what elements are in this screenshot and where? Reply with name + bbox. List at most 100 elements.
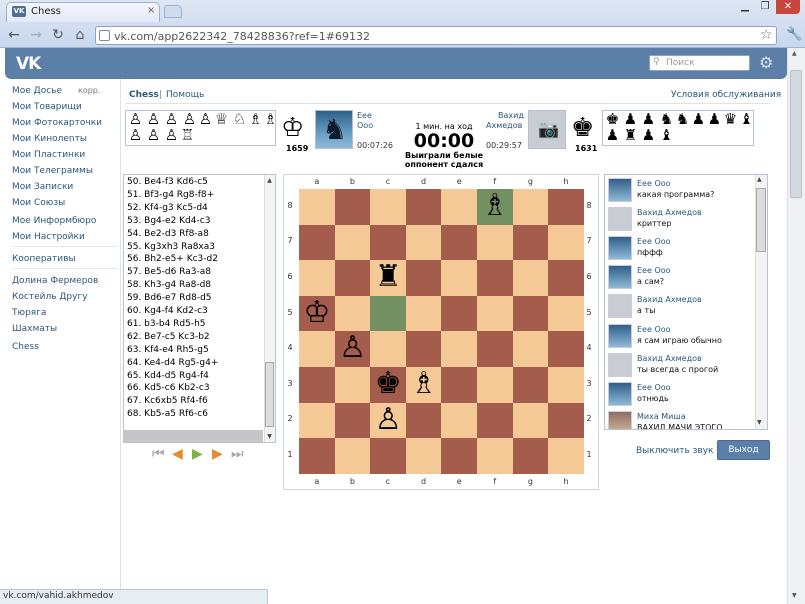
board-square[interactable] <box>334 367 371 403</box>
sidebar-item[interactable]: Кооперативы <box>12 254 76 264</box>
board-square[interactable] <box>405 402 442 439</box>
sidebar-item[interactable]: Мои Кинолenты <box>12 134 87 144</box>
search-input[interactable]: ⚲ Поиск <box>649 55 750 71</box>
chess-piece[interactable]: ♙ <box>335 331 371 367</box>
sidebar-item[interactable]: Мои Союзы <box>12 198 65 208</box>
chat-author[interactable]: Вахид Ахмедов <box>637 295 702 304</box>
chat-avatar-camera[interactable] <box>608 294 632 319</box>
board-square[interactable] <box>441 438 478 475</box>
board-square[interactable] <box>441 367 478 403</box>
black-name-last[interactable]: Ахмедов <box>486 121 522 131</box>
move-scroll-down-icon[interactable]: ▼ <box>264 431 275 442</box>
app-title[interactable]: Chess <box>129 90 159 100</box>
board-square[interactable] <box>299 224 335 261</box>
sidebar-item[interactable]: Мои Пластинки <box>12 150 85 160</box>
board-square[interactable] <box>548 224 585 261</box>
chess-piece[interactable]: ♗ <box>477 189 513 225</box>
board-square[interactable] <box>299 189 335 225</box>
vk-logo[interactable]: VK <box>16 54 41 74</box>
forward-icon[interactable]: → <box>28 27 44 43</box>
wrench-icon[interactable]: 🔧 <box>786 27 802 42</box>
chat-author[interactable]: Еее Ооо <box>637 179 671 188</box>
chat-avatar-knight[interactable] <box>608 265 632 290</box>
board-square[interactable] <box>405 189 442 225</box>
help-link[interactable]: Помощь <box>166 90 204 100</box>
board-square[interactable] <box>299 331 335 368</box>
minimize-icon[interactable]: ▁ <box>736 0 754 14</box>
move-row[interactable]: 58. Kh3-g4 Ra8-d8 <box>127 280 211 290</box>
board-square[interactable] <box>441 260 478 297</box>
board-square[interactable] <box>405 438 442 475</box>
move-list[interactable]: 50. Be4-f3 Kd6-c5 51. Bf3-g4 Rg8-f8+ 52. K… <box>123 174 276 443</box>
close-window-icon[interactable]: ✕ <box>776 0 800 14</box>
board-square[interactable] <box>477 224 513 261</box>
move-row[interactable]: 53. Bg4-e2 Kd4-c3 <box>127 216 210 226</box>
sidebar-item[interactable]: Мое Информбюро <box>12 216 96 226</box>
board-square[interactable] <box>477 367 513 403</box>
sidebar-item[interactable]: Мои Фотокарточки <box>12 118 102 128</box>
terms-link[interactable]: Условия обслуживания <box>671 90 781 100</box>
address-bar[interactable]: vk.com/app2622342_78428836?ref=1#69132 ☆ <box>95 26 777 45</box>
board-square[interactable] <box>477 331 513 368</box>
chess-piece[interactable]: ♜ <box>370 260 406 296</box>
white-name-first[interactable]: Еее <box>357 111 372 121</box>
chat-avatar-knight[interactable] <box>608 236 632 261</box>
board-square[interactable] <box>548 438 585 475</box>
scroll-down-icon[interactable]: ▼ <box>792 592 797 599</box>
board-square[interactable] <box>512 438 549 475</box>
board-square[interactable] <box>548 402 585 439</box>
sidebar-item[interactable]: Долина Фермеров <box>12 276 98 286</box>
chat-author[interactable]: Еее Ооо <box>637 383 671 392</box>
black-player-avatar[interactable]: 📷 <box>528 110 566 149</box>
board-square[interactable] <box>405 331 442 368</box>
board-square[interactable] <box>334 438 371 475</box>
white-name-last[interactable]: Ооо <box>357 121 373 131</box>
board-square[interactable] <box>299 402 335 439</box>
board-square[interactable] <box>334 224 371 261</box>
chat-author[interactable]: Еее Ооо <box>637 325 671 334</box>
move-row[interactable]: 61. b3-b4 Rd5-h5 <box>127 319 206 329</box>
board-square[interactable] <box>512 367 549 403</box>
board-square[interactable] <box>405 295 442 332</box>
reload-icon[interactable]: ↻ <box>50 27 66 43</box>
chat-author[interactable]: Еее Ооо <box>637 266 671 275</box>
move-row[interactable]: 55. Kg3xh3 Ra8xa3 <box>127 242 215 252</box>
chat-avatar-camera[interactable] <box>608 352 632 377</box>
move-row[interactable]: 68. Kb5-a5 Rf6-c6 <box>127 409 208 419</box>
board-square[interactable] <box>299 260 335 297</box>
gear-icon[interactable]: ⚙ <box>759 53 773 72</box>
board-square[interactable] <box>334 402 371 439</box>
board-square[interactable] <box>512 402 549 439</box>
back-icon[interactable]: ← <box>6 27 22 43</box>
board-square[interactable] <box>441 331 478 368</box>
board-square[interactable] <box>370 295 407 332</box>
exit-button[interactable]: Выход <box>717 440 770 460</box>
board-square[interactable] <box>441 402 478 439</box>
sidebar-item[interactable]: Шахматы <box>12 324 57 334</box>
move-row[interactable]: 56. Bh2-e5+ Kc3-d2 <box>127 254 218 264</box>
sidebar-item[interactable]: Мое Досье <box>12 86 62 96</box>
chat-avatar-camera[interactable] <box>608 207 632 232</box>
board-square[interactable] <box>370 331 407 368</box>
white-player-avatar[interactable]: ♞ <box>315 110 353 149</box>
board-square[interactable] <box>548 189 585 225</box>
scroll-up-icon[interactable]: ▲ <box>792 50 797 57</box>
new-tab-button[interactable] <box>164 5 182 18</box>
board-square[interactable] <box>548 295 585 332</box>
board-square[interactable] <box>299 367 335 403</box>
chat-scroll-up-icon[interactable]: ▲ <box>757 176 762 183</box>
board-square[interactable] <box>512 331 549 368</box>
tab-close-icon[interactable]: × <box>147 5 155 16</box>
move-row[interactable]: 50. Be4-f3 Kd6-c5 <box>127 177 208 187</box>
board-square[interactable] <box>512 224 549 261</box>
move-row[interactable]: 62. Be7-c5 Kc3-b2 <box>127 332 210 342</box>
move-row[interactable]: 65. Kd4-d5 Rg4-f4 <box>127 371 209 381</box>
bookmark-star-icon[interactable]: ☆ <box>760 27 773 43</box>
mute-sound-link[interactable]: Выключить звук <box>636 446 713 456</box>
board-square[interactable] <box>370 224 407 261</box>
move-row[interactable]: 67. Kc6xb5 Rf4-f6 <box>127 396 208 406</box>
chess-piece[interactable]: ♔ <box>299 295 335 332</box>
chat-avatar-knight[interactable] <box>608 381 632 406</box>
sidebar-item[interactable]: Мои Телеграммы <box>12 166 93 176</box>
sidebar-item[interactable]: Мои Настройки <box>12 232 85 242</box>
